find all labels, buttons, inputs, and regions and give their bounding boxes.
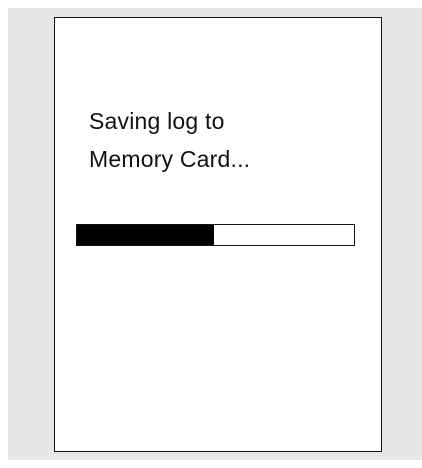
progress-bar	[76, 224, 355, 246]
status-message: Saving log to Memory Card...	[89, 102, 250, 178]
device-screen: Saving log to Memory Card...	[54, 17, 382, 452]
status-message-line-2: Memory Card...	[89, 146, 251, 172]
progress-bar-fill	[77, 225, 215, 245]
status-message-line-1: Saving log to	[89, 108, 225, 134]
